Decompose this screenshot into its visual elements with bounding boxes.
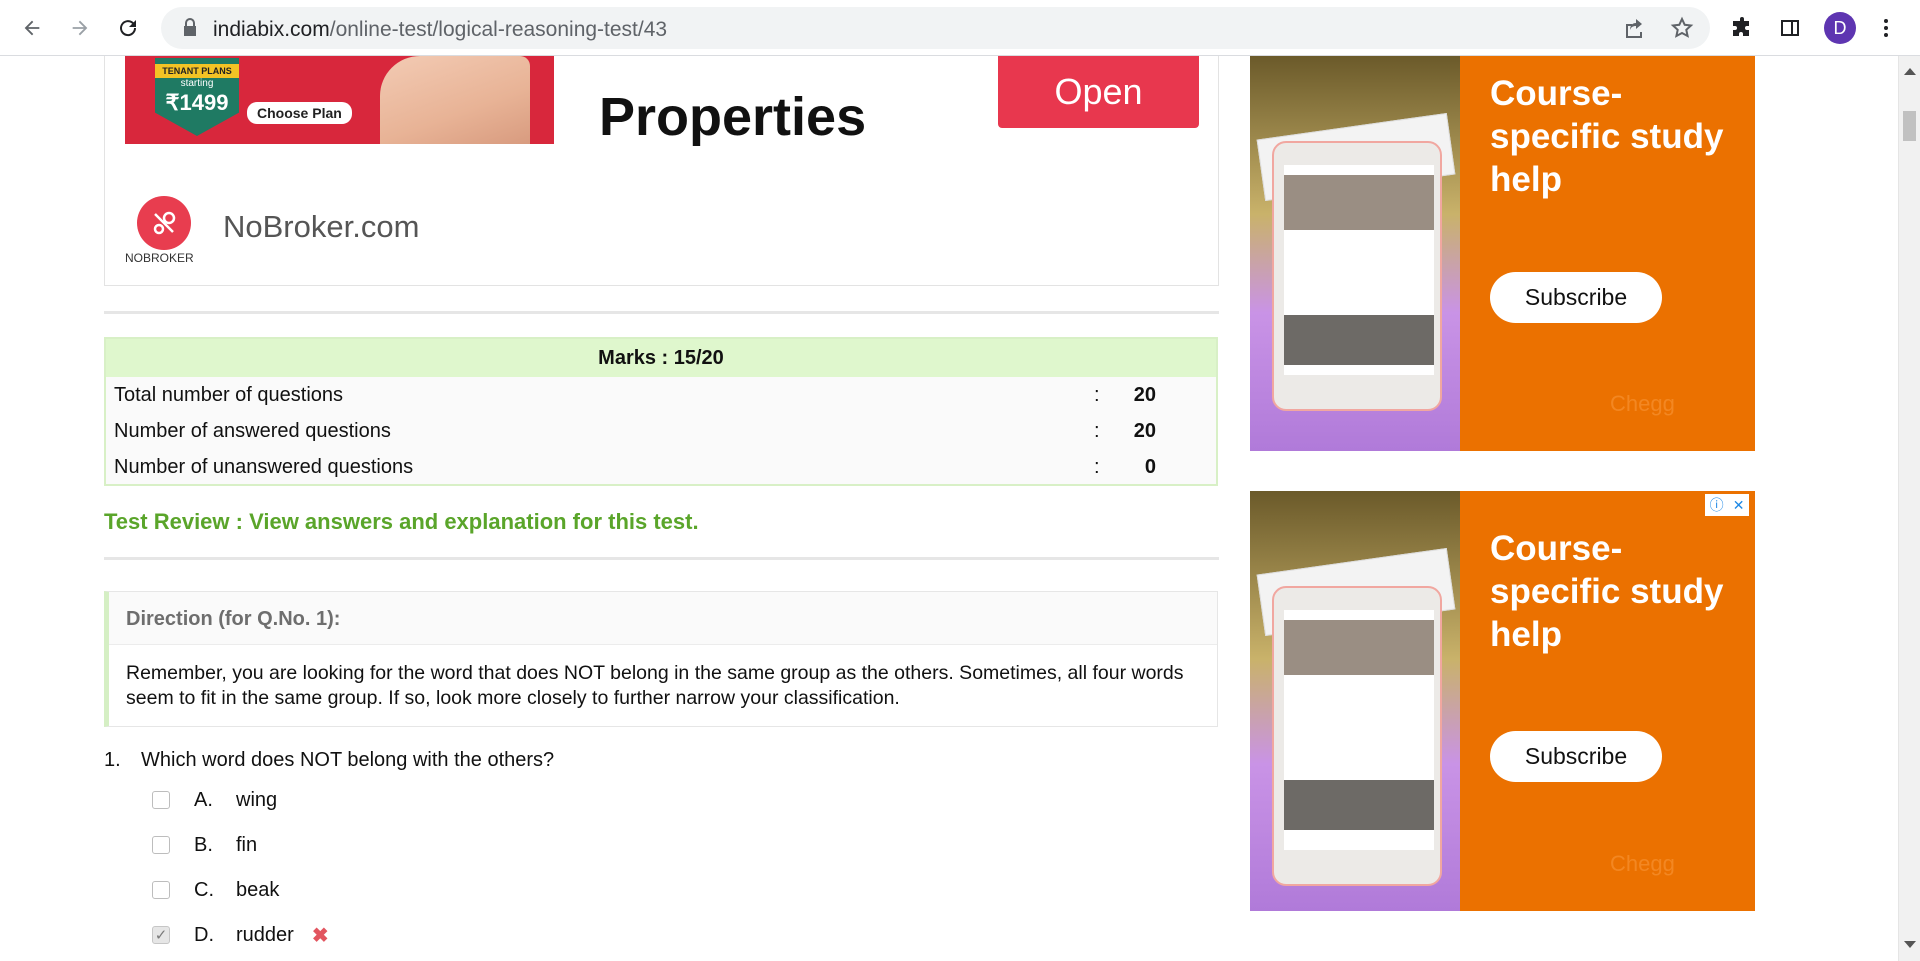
row-value: 20 xyxy=(1133,420,1156,442)
url-path: /online-test/logical-reasoning-test/43 xyxy=(329,18,668,41)
row-colon: : xyxy=(1094,384,1100,406)
row-colon: : xyxy=(1094,456,1100,478)
option-d[interactable]: ✓ D. rudder ✖ xyxy=(152,920,329,950)
star-icon[interactable] xyxy=(1670,16,1694,40)
ad-panel: Course-specific study help Subscribe Che… xyxy=(1460,56,1755,451)
browser-toolbar: indiabix.com/online-test/logical-reasoni… xyxy=(0,0,1920,56)
extensions-button[interactable] xyxy=(1722,8,1762,48)
marks-summary-table: Marks : 15/20 Total number of questions … xyxy=(104,337,1218,486)
ad-title: Course-specific study help xyxy=(1490,74,1724,199)
table-row: Number of answered questions : 20 xyxy=(106,413,1216,449)
option-c[interactable]: C. beak xyxy=(152,875,279,905)
profile-avatar[interactable]: D xyxy=(1824,12,1856,44)
page-viewport: TENANT PLANS starting ₹1499 Choose Plan … xyxy=(0,56,1898,961)
nobroker-logo-icon xyxy=(137,196,191,250)
adchoices-controls: ⓘ ✕ xyxy=(1705,494,1749,516)
ad-photo xyxy=(1250,491,1460,911)
direction-box: Direction (for Q.No. 1): Remember, you a… xyxy=(104,591,1218,727)
direction-title: Direction (for Q.No. 1): xyxy=(109,592,1217,645)
tablet-image xyxy=(1272,586,1442,886)
forward-button[interactable] xyxy=(60,8,100,48)
puzzle-icon xyxy=(1733,17,1749,36)
ad-photo xyxy=(1250,56,1460,451)
option-letter: B. xyxy=(194,833,213,856)
option-letter: A. xyxy=(194,788,213,811)
tenant-plans-label: TENANT PLANS xyxy=(155,64,239,78)
row-colon: : xyxy=(1094,420,1100,442)
starting-label: starting xyxy=(180,78,214,89)
arrow-left-icon xyxy=(24,20,40,36)
chegg-logo: Chegg xyxy=(1610,391,1675,416)
subscribe-button[interactable]: Subscribe xyxy=(1490,731,1662,782)
option-text: fin xyxy=(236,833,258,856)
address-bar[interactable]: indiabix.com/online-test/logical-reasoni… xyxy=(161,7,1710,49)
scrollbar-thumb[interactable] xyxy=(1903,111,1916,141)
lock-icon[interactable] xyxy=(178,16,202,40)
option-checkbox-checked[interactable]: ✓ xyxy=(152,926,170,944)
ad-title: Course-specific study help xyxy=(1490,529,1724,654)
ad-open-button[interactable]: Open xyxy=(998,56,1199,128)
arrow-right-icon xyxy=(72,20,88,36)
question-text: 1. Which word does NOT belong with the ot… xyxy=(104,749,554,772)
option-text: wing xyxy=(236,788,278,811)
chegg-logo: Chegg xyxy=(1610,851,1675,876)
scroll-up-icon[interactable] xyxy=(1904,68,1916,75)
option-letter: D. xyxy=(194,923,214,946)
marks-title: Marks : 15/20 xyxy=(106,339,1216,377)
side-panel-button[interactable] xyxy=(1770,8,1810,48)
reload-icon xyxy=(120,20,137,37)
nobroker-wordmark: NOBROKER xyxy=(125,251,194,265)
back-button[interactable] xyxy=(12,8,52,48)
nobroker-ad[interactable]: TENANT PLANS starting ₹1499 Choose Plan … xyxy=(104,56,1219,286)
divider xyxy=(104,557,1219,560)
row-label: Number of unanswered questions xyxy=(114,456,414,478)
table-row: Total number of questions : 20 xyxy=(106,377,1216,413)
choose-plan-button[interactable]: Choose Plan xyxy=(247,102,352,124)
nobroker-domain[interactable]: NoBroker.com xyxy=(223,209,419,245)
kebab-menu-icon xyxy=(1884,19,1888,37)
row-label: Total number of questions xyxy=(114,384,344,406)
page-scrollbar[interactable] xyxy=(1898,56,1920,961)
option-checkbox[interactable] xyxy=(152,881,170,899)
subscribe-button[interactable]: Subscribe xyxy=(1490,272,1662,323)
scroll-down-icon[interactable] xyxy=(1904,941,1916,948)
info-icon[interactable]: ⓘ xyxy=(1710,495,1724,515)
option-letter: C. xyxy=(194,878,214,901)
option-checkbox[interactable] xyxy=(152,791,170,809)
chegg-ad-2[interactable]: Course-specific study help Subscribe Che… xyxy=(1250,491,1755,911)
tenant-plans-badge: TENANT PLANS starting ₹1499 xyxy=(155,58,239,136)
url-host: indiabix.com xyxy=(213,18,330,41)
option-text: rudder xyxy=(236,923,294,946)
option-a[interactable]: A. wing xyxy=(152,785,277,815)
ad-panel: Course-specific study help Subscribe Che… xyxy=(1460,491,1755,911)
question-number: 1. xyxy=(104,749,121,771)
cross-icon: ✖ xyxy=(311,924,329,947)
test-review-link[interactable]: Test Review : View answers and explanati… xyxy=(104,509,699,535)
tablet-image xyxy=(1272,141,1442,411)
row-value: 0 xyxy=(1144,456,1156,478)
plan-price: ₹1499 xyxy=(165,90,229,115)
menu-button[interactable] xyxy=(1866,8,1906,48)
option-text: beak xyxy=(236,878,280,901)
row-value: 20 xyxy=(1133,384,1156,406)
chegg-ad-1[interactable]: Course-specific study help Subscribe Che… xyxy=(1250,56,1755,451)
divider xyxy=(104,311,1219,314)
option-b[interactable]: B. fin xyxy=(152,830,257,860)
side-panel-icon xyxy=(1781,20,1799,36)
table-row: Number of unanswered questions : 0 xyxy=(106,449,1216,485)
question-body: Which word does NOT belong with the othe… xyxy=(141,749,555,771)
option-checkbox[interactable] xyxy=(152,836,170,854)
url-text[interactable]: indiabix.com/online-test/logical-reasoni… xyxy=(213,18,667,42)
hand-image xyxy=(380,56,530,144)
ad-headline: Properties xyxy=(599,87,867,147)
share-icon[interactable] xyxy=(1622,16,1646,40)
direction-text: Remember, you are looking for the word t… xyxy=(126,662,1184,709)
row-label: Number of answered questions xyxy=(114,420,391,442)
reload-button[interactable] xyxy=(108,8,148,48)
ad-banner-image[interactable]: TENANT PLANS starting ₹1499 Choose Plan xyxy=(125,56,554,144)
close-icon[interactable]: ✕ xyxy=(1733,497,1745,514)
